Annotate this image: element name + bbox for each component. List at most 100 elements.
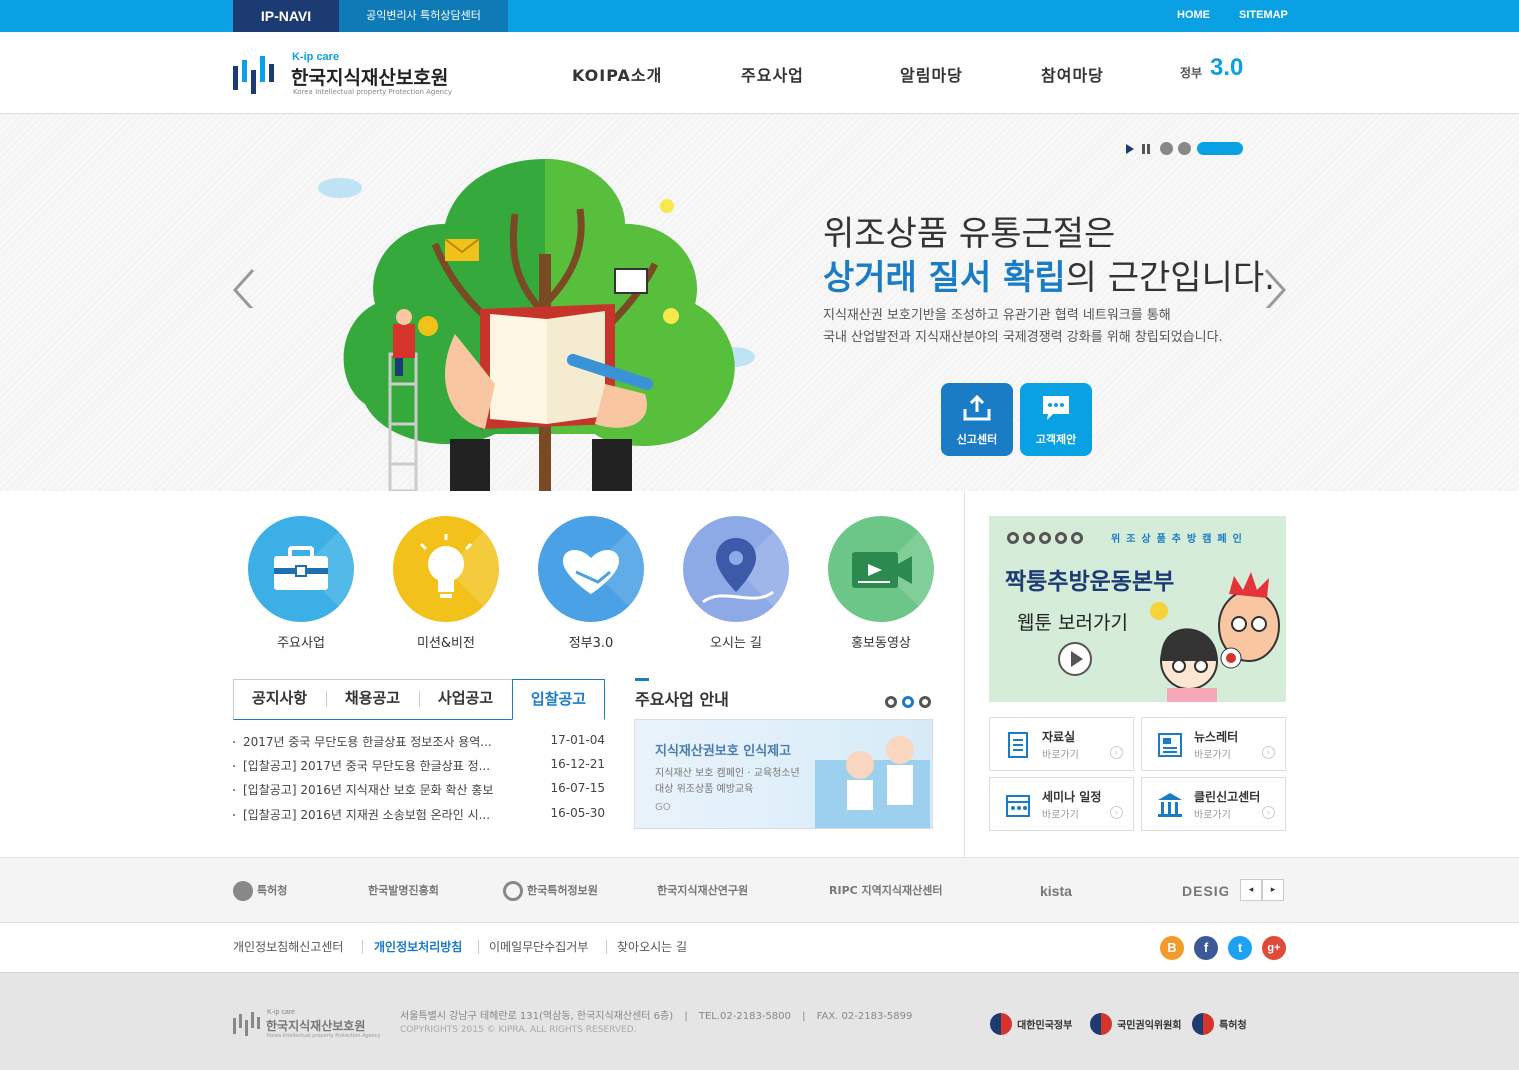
circle-video[interactable] (828, 516, 934, 622)
footer-link-privacy-report[interactable]: 개인정보침해신고센터 (233, 938, 343, 955)
quick-box-newsletter[interactable]: 뉴스레터 바로가기 › (1141, 717, 1286, 771)
footer-link-privacy-policy[interactable]: 개인정보처리방침 (374, 938, 462, 955)
business-title-accent (635, 678, 649, 681)
quick-box-seminar[interactable]: 세미나 일정 바로가기 › (989, 777, 1134, 831)
map-pin-icon (702, 516, 789, 622)
tab-project[interactable]: 사업공고 (419, 679, 512, 719)
partner-kista[interactable]: kista (1040, 876, 1072, 906)
go-arrow-icon: › (1262, 806, 1275, 819)
partner-name: RIPC 지역지식재산센터 (829, 884, 943, 897)
nav-notice[interactable]: 알림마당 (900, 62, 963, 86)
circle-gov30[interactable] (538, 516, 644, 622)
home-link[interactable]: HOME (1177, 0, 1210, 32)
twitter-icon[interactable]: t (1228, 936, 1252, 960)
slide-dot-1[interactable] (1160, 142, 1173, 155)
partner-kipo[interactable]: 특허청 (233, 876, 287, 906)
partner-name: 한국발명진흥회 (368, 884, 439, 897)
upload-tray-icon (963, 394, 991, 421)
footer-gov-logo-1[interactable]: 대한민국정부 (990, 1013, 1072, 1037)
quick-box-library[interactable]: 자료실 바로가기 › (989, 717, 1134, 771)
footer-fax: FAX. 02-2183-5899 (816, 1011, 913, 1022)
pause-icon[interactable] (1141, 142, 1151, 156)
circle-business-label: 주요사업 (277, 636, 325, 651)
play-button-icon[interactable] (1057, 641, 1093, 677)
blog-icon[interactable]: B (1160, 936, 1184, 960)
footer-logo-mark-icon (233, 1012, 260, 1036)
calendar-icon (1006, 795, 1030, 817)
business-dot-2[interactable] (902, 696, 914, 708)
report-center-button[interactable]: 신고센터 (941, 383, 1013, 456)
partner-kipi[interactable]: 한국특허정보원 (503, 876, 598, 906)
quick-box-sub: 바로가기 (1194, 810, 1231, 821)
circle-mission[interactable] (393, 516, 499, 622)
footer-link-directions[interactable]: 찾아오시는 길 (617, 938, 687, 955)
campaign-text: 위조상품추방캠페인 (1111, 534, 1248, 545)
tab-notice[interactable]: 공지사항 (233, 679, 326, 719)
partner-kipa[interactable]: 한국발명진흥회 (368, 876, 439, 906)
top-bar: IP-NAVI 공익변리사 특허상담센터 HOME SITEMAP (0, 0, 1519, 32)
customer-suggestion-button[interactable]: 고객제안 (1020, 383, 1092, 456)
circle-mission-label: 미션&비전 (417, 636, 475, 651)
quick-box-title: 클린신고센터 (1194, 790, 1261, 804)
ipnavi-link[interactable]: IP-NAVI (233, 0, 339, 32)
footer-gov-logo-2[interactable]: 국민권익위원회 (1090, 1013, 1182, 1037)
notice-row-1[interactable]: 2017년 중국 무단도용 한글상표 정보조사 용역... 17-01-04 (233, 733, 605, 753)
logo[interactable]: K-ip care 한국지식재산보호원 Korea Intellectual p… (233, 50, 483, 100)
footer-logo: K-ip care 한국지식재산보호원 Korea Intellectual p… (233, 1009, 381, 1039)
partner-ripc[interactable]: RIPC 지역지식재산센터 (829, 876, 943, 906)
partner-prev-button[interactable]: ◂ (1240, 879, 1262, 901)
sitemap-link[interactable]: SITEMAP (1239, 0, 1288, 32)
circle-directions-label: 오시는 길 (710, 636, 762, 651)
footer-address: 서울특별시 강남구 테헤란로 131(역삼동, 한국지식재산센터 6층) (400, 1011, 674, 1022)
notice-row-4[interactable]: [입찰공고] 2016년 지재권 소송보험 온라인 시... 16-05-30 (233, 806, 605, 826)
hero-line2-rest: 의 근간입니다. (1065, 258, 1275, 298)
footer-copyright: COPYRIGHTS 2015 © KIPRA. ALL RIGHTS RESE… (400, 1025, 637, 1035)
circle-business[interactable] (248, 516, 354, 622)
hero-prev-arrow-icon[interactable] (232, 268, 256, 308)
notice-row-3[interactable]: [입찰공고] 2016년 지식재산 보호 문화 확산 홍보 16-07-15 (233, 781, 605, 801)
partner-kiip[interactable]: 한국지식재산연구원 (657, 876, 748, 906)
logo-en: Korea Intellectual property Protection A… (293, 88, 453, 96)
business-banner-go[interactable]: GO (655, 802, 671, 813)
tab-bid[interactable]: 입찰공고 (512, 679, 605, 720)
footer-gov-logo-3[interactable]: 특허청 (1192, 1013, 1247, 1037)
video-icon (852, 516, 934, 622)
play-icon[interactable] (1125, 142, 1135, 156)
header: K-ip care 한국지식재산보호원 Korea Intellectual p… (0, 32, 1519, 114)
circle-directions[interactable] (683, 516, 789, 622)
notice-row-2[interactable]: [입찰공고] 2017년 중국 무단도용 한글상표 정... 16-12-21 (233, 757, 605, 777)
speech-bubble-icon (1043, 396, 1069, 420)
slide-dot-active[interactable] (1197, 142, 1243, 155)
banner-people-image (815, 736, 930, 828)
partner-design[interactable]: DESIGN (1182, 876, 1228, 906)
go-arrow-icon: › (1110, 746, 1123, 759)
nav-koipa[interactable]: KOIPA소개 (572, 62, 662, 86)
hero-banner: 위조상품 유통근절은 상거래 질서 확립의 근간입니다. 지식재산권 보호기반을… (0, 114, 1519, 491)
slide-dot-2[interactable] (1178, 142, 1191, 155)
quick-box-title: 세미나 일정 (1042, 790, 1102, 804)
patent-center-link[interactable]: 공익변리사 특허상담센터 (339, 0, 508, 32)
quick-box-clean-report[interactable]: 클린신고센터 바로가기 › (1141, 777, 1286, 831)
google-plus-icon[interactable]: g+ (1262, 936, 1286, 960)
webtoon-banner[interactable]: 위조상품추방캠페인 짝퉁추방운동본부 웹툰 보러가기 (989, 516, 1286, 702)
handshake-icon (563, 516, 644, 622)
footer-link-email-refuse[interactable]: 이메일무단수집거부 (489, 938, 588, 955)
nav-business[interactable]: 주요사업 (741, 62, 804, 86)
footer-address-line: 서울특별시 강남구 테헤란로 131(역삼동, 한국지식재산센터 6층) | T… (400, 1011, 913, 1022)
cartoon-characters-image (1150, 572, 1280, 702)
nav-participate[interactable]: 참여마당 (1041, 62, 1104, 86)
notice-row-title: [입찰공고] 2016년 지재권 소송보험 온라인 시... (243, 808, 491, 822)
business-banner[interactable]: 지식재산권보호 인식제고 지식재산 보호 캠페인 · 교육청소년 대상 위조상품… (634, 719, 933, 829)
tab-recruit[interactable]: 채용공고 (326, 679, 419, 719)
partner-name: 특허청 (257, 884, 288, 897)
gov-logo-label: 특허청 (1219, 1020, 1247, 1032)
business-dot-1[interactable] (885, 696, 897, 708)
facebook-icon[interactable]: f (1194, 936, 1218, 960)
logo-title: 한국지식재산보호원 (291, 67, 449, 89)
notice-row-date: 17-01-04 (550, 733, 605, 747)
quick-box-title: 자료실 (1042, 730, 1076, 744)
partner-next-button[interactable]: ▸ (1262, 879, 1284, 901)
business-dot-3[interactable] (919, 696, 931, 708)
newsletter-icon (1158, 733, 1182, 757)
footer-logo-title: 한국지식재산보호원 (266, 1019, 366, 1033)
